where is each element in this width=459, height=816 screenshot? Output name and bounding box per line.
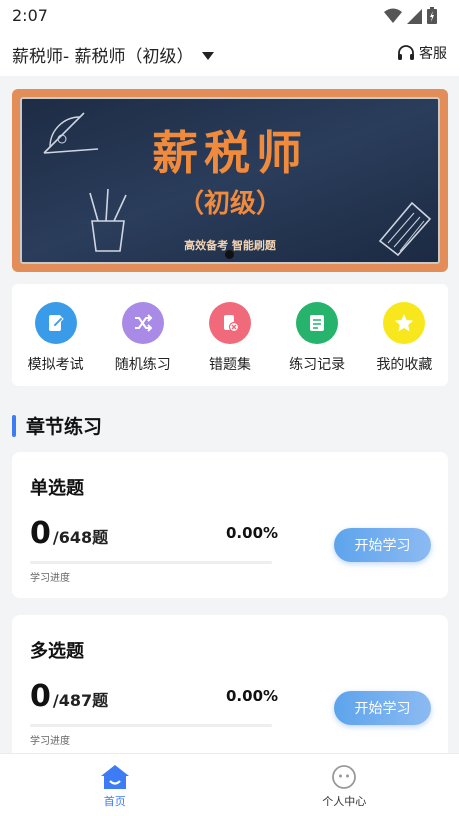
banner-chalkboard: 薪税师 （初级） 高效备考 智能刷题: [20, 97, 440, 264]
record-icon: [296, 302, 339, 344]
shortcut-label: 模拟考试: [27, 357, 84, 373]
shortcut-mock-exam[interactable]: 模拟考试: [16, 302, 96, 386]
caret-down-icon: [201, 51, 214, 60]
question-count: 0 /487题: [30, 679, 108, 714]
total-count: /487题: [52, 691, 109, 710]
question-count: 0 /648题: [30, 516, 108, 551]
shortcut-practice-record[interactable]: 练习记录: [277, 302, 357, 386]
shortcut-label: 我的收藏: [376, 357, 433, 373]
signal-icon: [407, 8, 422, 24]
exam-icon: [34, 302, 77, 344]
progress-percent: 0.00%: [226, 524, 279, 542]
shortcut-grid: 模拟考试 随机练习 错题集 练习记录 我的收藏: [12, 284, 448, 386]
card-title: 多选题: [30, 641, 84, 662]
progress-bar: [30, 561, 272, 564]
home-icon: [100, 765, 129, 789]
battery-icon: [427, 7, 437, 24]
tab-label: 个人中心: [322, 795, 367, 808]
progress-percent: 0.00%: [226, 687, 279, 705]
wrong-book-icon: [208, 302, 251, 344]
shortcut-random-practice[interactable]: 随机练习: [103, 302, 183, 386]
course-title: 薪税师- 薪税师（初级）: [12, 47, 194, 67]
progress-label: 学习进度: [30, 736, 70, 747]
status-icons: [384, 7, 437, 24]
start-learning-button[interactable]: 开始学习: [334, 691, 431, 725]
status-bar: 2:07: [0, 0, 459, 32]
bottom-tab-bar: 首页 个人中心: [0, 753, 459, 816]
section-accent-bar: [12, 414, 16, 437]
progress-bar: [30, 724, 272, 727]
section-header: 章节练习: [12, 412, 102, 439]
course-selector[interactable]: 薪税师- 薪税师（初级）: [12, 42, 214, 67]
tab-profile[interactable]: 个人中心: [230, 754, 459, 816]
star-icon: [383, 302, 426, 344]
profile-icon: [332, 765, 357, 789]
total-count: /648题: [52, 528, 109, 547]
section-title: 章节练习: [26, 416, 103, 438]
headset-icon: [398, 45, 414, 60]
banner[interactable]: 薪税师 （初级） 高效备考 智能刷题: [12, 89, 448, 272]
tab-label: 首页: [103, 795, 126, 808]
practice-card-single-choice: 单选题 0 /648题 0.00% 学习进度 开始学习: [12, 452, 448, 598]
banner-subtitle: （初级）: [177, 189, 282, 219]
wifi-icon: [384, 8, 402, 23]
start-learning-button[interactable]: 开始学习: [334, 528, 431, 562]
shuffle-icon: [121, 302, 164, 344]
app-bar: 薪税师- 薪税师（初级） 客服: [0, 32, 459, 76]
shortcut-label: 练习记录: [289, 357, 346, 373]
progress-label: 学习进度: [30, 573, 70, 584]
shortcut-wrong-questions[interactable]: 错题集: [190, 302, 270, 386]
carousel-indicator: [225, 250, 234, 259]
done-count: 0: [30, 516, 51, 551]
shortcut-label: 错题集: [208, 357, 251, 373]
status-time: 2:07: [12, 6, 48, 25]
shortcut-label: 随机练习: [114, 357, 171, 373]
customer-service-label: 客服: [419, 46, 447, 62]
shortcut-favorites[interactable]: 我的收藏: [364, 302, 444, 386]
done-count: 0: [30, 679, 51, 714]
tab-home[interactable]: 首页: [0, 754, 230, 816]
card-title: 单选题: [30, 478, 84, 499]
customer-service-button[interactable]: 客服: [397, 43, 447, 63]
banner-title: 薪税师: [152, 126, 308, 180]
practice-card-multiple-choice: 多选题 0 /487题 0.00% 学习进度 开始学习: [12, 615, 448, 761]
